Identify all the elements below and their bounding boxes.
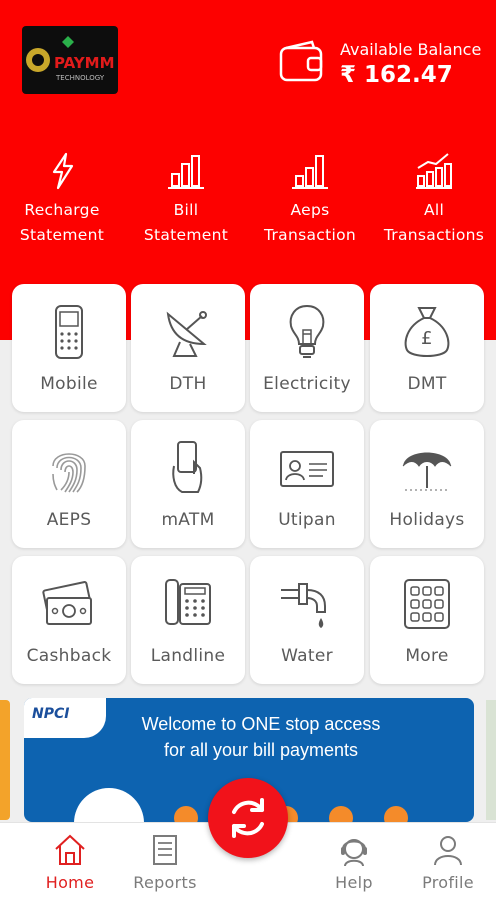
nav-reports[interactable]: Reports (125, 833, 205, 892)
quick-label-line2: Statement (19, 226, 105, 244)
service-holidays[interactable]: Holidays (370, 420, 484, 548)
grid-icon (404, 579, 450, 629)
bar-chart-icon (168, 155, 204, 189)
nav-label: Help (335, 873, 373, 892)
banner-headline: Welcome to ONE stop access (141, 714, 381, 734)
service-utipan[interactable]: Utipan (250, 420, 364, 548)
service-label: Utipan (278, 510, 336, 530)
banner-graphic-dot (384, 806, 408, 822)
aeps-transaction-button[interactable]: Aeps Transaction (248, 150, 372, 248)
wallet-icon (279, 40, 323, 82)
quick-label-line2: Statement (143, 226, 229, 244)
balance-value: ₹ 162.47 (340, 62, 453, 88)
service-mobile[interactable]: Mobile (12, 284, 126, 412)
nav-help[interactable]: Help (314, 833, 394, 892)
money-bag-icon: £ (404, 307, 450, 357)
service-more[interactable]: More (370, 556, 484, 684)
app-logo: PAYMM TECHNOLOGY (22, 26, 118, 94)
banner-next-peek[interactable] (486, 700, 496, 820)
nav-label: Reports (133, 873, 197, 892)
home-icon (55, 834, 85, 865)
banner-graphic (74, 788, 144, 822)
fingerprint-icon (52, 453, 86, 493)
banner-prev-peek[interactable] (0, 700, 10, 820)
reports-icon (153, 835, 177, 865)
quick-label-line1: All (423, 201, 445, 219)
service-label: Holidays (389, 510, 465, 530)
all-transactions-button[interactable]: All Transactions (372, 150, 496, 248)
service-matm[interactable]: mATM (131, 420, 245, 548)
bulb-icon (289, 304, 325, 358)
quick-label-line1: Bill (173, 201, 199, 219)
service-cashback[interactable]: Cashback (12, 556, 126, 684)
bar-chart-icon (292, 155, 328, 189)
service-label: DTH (169, 374, 207, 394)
service-label: Electricity (263, 374, 351, 394)
service-dmt[interactable]: £ DMT (370, 284, 484, 412)
svg-text:£: £ (421, 328, 432, 349)
beach-umbrella-icon (402, 452, 452, 491)
water-tap-icon (281, 583, 326, 628)
lightning-icon (52, 152, 74, 190)
mobile-icon (55, 305, 83, 359)
service-label: More (405, 646, 449, 666)
quick-label-line2: Transactions (383, 226, 485, 244)
service-label: mATM (161, 510, 215, 530)
service-dth[interactable]: DTH (131, 284, 245, 412)
service-aeps[interactable]: AEPS (12, 420, 126, 548)
telephone-icon (165, 579, 211, 625)
bill-statement-button[interactable]: Bill Statement (124, 150, 248, 248)
satellite-dish-icon (166, 311, 207, 357)
service-label: Water (281, 646, 333, 666)
hand-phone-icon (172, 441, 203, 493)
quick-label-line1: Aeps (290, 201, 330, 219)
nav-profile[interactable]: Profile (408, 833, 488, 892)
recharge-statement-button[interactable]: Recharge Statement (0, 150, 124, 248)
service-electricity[interactable]: Electricity (250, 284, 364, 412)
banner-graphic-dot (329, 806, 353, 822)
service-label: AEPS (46, 510, 92, 530)
nav-label: Profile (422, 873, 474, 892)
quick-label-line2: Transaction (264, 226, 356, 244)
svg-text:PAYMM: PAYMM (54, 54, 115, 72)
cash-icon (42, 581, 92, 625)
refresh-fab-button[interactable] (208, 778, 288, 858)
quick-label-line1: Recharge (24, 201, 100, 219)
service-landline[interactable]: Landline (131, 556, 245, 684)
service-label: Mobile (40, 374, 98, 394)
service-label: DMT (407, 374, 447, 394)
refresh-icon (232, 798, 264, 838)
service-water[interactable]: Water (250, 556, 364, 684)
service-label: Cashback (26, 646, 112, 666)
banner-graphic-dot (174, 806, 198, 822)
balance-label: Available Balance (340, 40, 482, 59)
growth-chart-icon (416, 153, 452, 189)
svg-text:TECHNOLOGY: TECHNOLOGY (55, 74, 105, 82)
nav-label: Home (45, 873, 95, 892)
nav-home[interactable]: Home (30, 833, 110, 892)
banner-subline: for all your bill payments (163, 740, 359, 760)
service-label: Landline (150, 646, 226, 666)
id-card-icon (280, 451, 334, 487)
help-icon (341, 839, 367, 867)
profile-icon (434, 836, 462, 866)
